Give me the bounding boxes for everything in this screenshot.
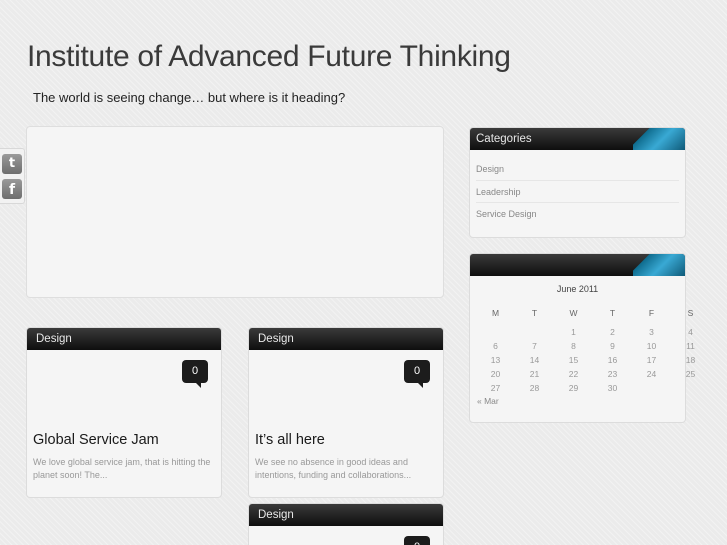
calendar-day: 11 — [686, 341, 695, 351]
calendar-caption: June 2011 — [556, 284, 599, 294]
calendar-day: 29 — [568, 383, 579, 393]
calendar-week-row: 1 2 3 4 — [476, 325, 710, 339]
calendar-weekday: M — [491, 308, 500, 318]
calendar-day: 13 — [490, 355, 501, 365]
header-accent — [633, 254, 685, 276]
calendar-grid: M T W T F S 1 2 3 4 6 7 8 9 10 11 13 14 15 16 17 18 20 21 22 23 24… — [476, 306, 710, 395]
calendar-day: 22 — [568, 369, 579, 379]
post-category[interactable]: Design — [249, 504, 443, 526]
calendar-weekday: W — [569, 308, 578, 318]
calendar-day: 4 — [688, 327, 693, 337]
header-accent — [633, 128, 685, 150]
calendar-day: 1 — [571, 327, 576, 337]
calendar-day: 14 — [529, 355, 540, 365]
post-title[interactable]: It’s all here — [255, 432, 325, 448]
post-card: Design 0 It’s all here We see no absence… — [248, 327, 444, 498]
twitter-icon[interactable]: t — [2, 154, 22, 174]
calendar-weekday: S — [687, 308, 694, 318]
calendar-day: 17 — [646, 355, 657, 365]
comment-count-badge[interactable]: 0 — [404, 536, 430, 545]
calendar-day: 25 — [685, 369, 696, 379]
calendar-day: 7 — [532, 341, 537, 351]
featured-slider — [26, 126, 444, 298]
calendar-day: 27 — [490, 383, 501, 393]
post-excerpt: We love global service jam, that is hitt… — [33, 457, 211, 480]
calendar-week-row: 6 7 8 9 10 11 — [476, 339, 710, 353]
site-tagline: The world is seeing change… but where is… — [33, 90, 346, 105]
calendar-day: 30 — [607, 383, 618, 393]
calendar-week-row: 13 14 15 16 17 18 — [476, 353, 710, 367]
post-excerpt: We see no absence in good ideas and inte… — [255, 457, 412, 480]
categories-widget-title: Categories — [470, 128, 685, 150]
facebook-icon[interactable]: f — [2, 179, 22, 199]
calendar-day: 18 — [685, 355, 696, 365]
calendar-day — [671, 381, 710, 395]
calendar-widget-title — [470, 254, 685, 276]
category-link[interactable]: Service Design — [476, 203, 679, 226]
post-category[interactable]: Design — [27, 328, 221, 350]
calendar-day: 6 — [493, 341, 498, 351]
categories-heading: Categories — [476, 133, 532, 145]
calendar-prev-link[interactable]: « Mar — [477, 396, 499, 406]
post-card: Design 0 — [248, 503, 444, 545]
post-category[interactable]: Design — [249, 328, 443, 350]
calendar-widget: June 2011 M T W T F S 1 2 3 4 6 7 8 9 10 11 13 14 15 16 17 18… — [469, 253, 695, 423]
calendar-day — [515, 325, 554, 339]
calendar-day — [476, 325, 515, 339]
post-title[interactable]: Global Service Jam — [33, 432, 159, 448]
category-list: Design Leadership Service Design — [470, 150, 685, 226]
calendar-day: 3 — [649, 327, 654, 337]
calendar-weekday: F — [648, 308, 655, 318]
calendar-weekday: T — [609, 308, 616, 318]
calendar-day: 24 — [646, 369, 657, 379]
calendar-day: 9 — [610, 341, 615, 351]
comment-count-badge[interactable]: 0 — [182, 360, 208, 388]
calendar-day: 16 — [607, 355, 618, 365]
social-share-bar: t f — [0, 148, 25, 204]
comment-count-badge[interactable]: 0 — [404, 360, 430, 388]
categories-widget: Categories Design Leadership Service Desig… — [469, 127, 686, 238]
category-link[interactable]: Leadership — [476, 181, 679, 203]
calendar-weekday-row: MTWTFS — [476, 306, 710, 320]
calendar-weekday: T — [531, 308, 538, 318]
category-link[interactable]: Design — [476, 158, 679, 181]
calendar-day: 2 — [610, 327, 615, 337]
calendar-day: 10 — [646, 341, 657, 351]
calendar-day: 15 — [568, 355, 579, 365]
calendar-day: 28 — [529, 383, 540, 393]
calendar-week-row: 20 21 22 23 24 25 — [476, 367, 710, 381]
calendar-day: 20 — [490, 369, 501, 379]
calendar-day: 21 — [529, 369, 540, 379]
calendar-week-row: 27 28 29 30 — [476, 381, 710, 395]
calendar-day — [632, 381, 671, 395]
calendar-day: 23 — [607, 369, 618, 379]
site-title[interactable]: Institute of Advanced Future Thinking — [27, 40, 511, 74]
post-card: Design 0 Global Service Jam We love glob… — [26, 327, 222, 498]
calendar-day: 8 — [571, 341, 576, 351]
